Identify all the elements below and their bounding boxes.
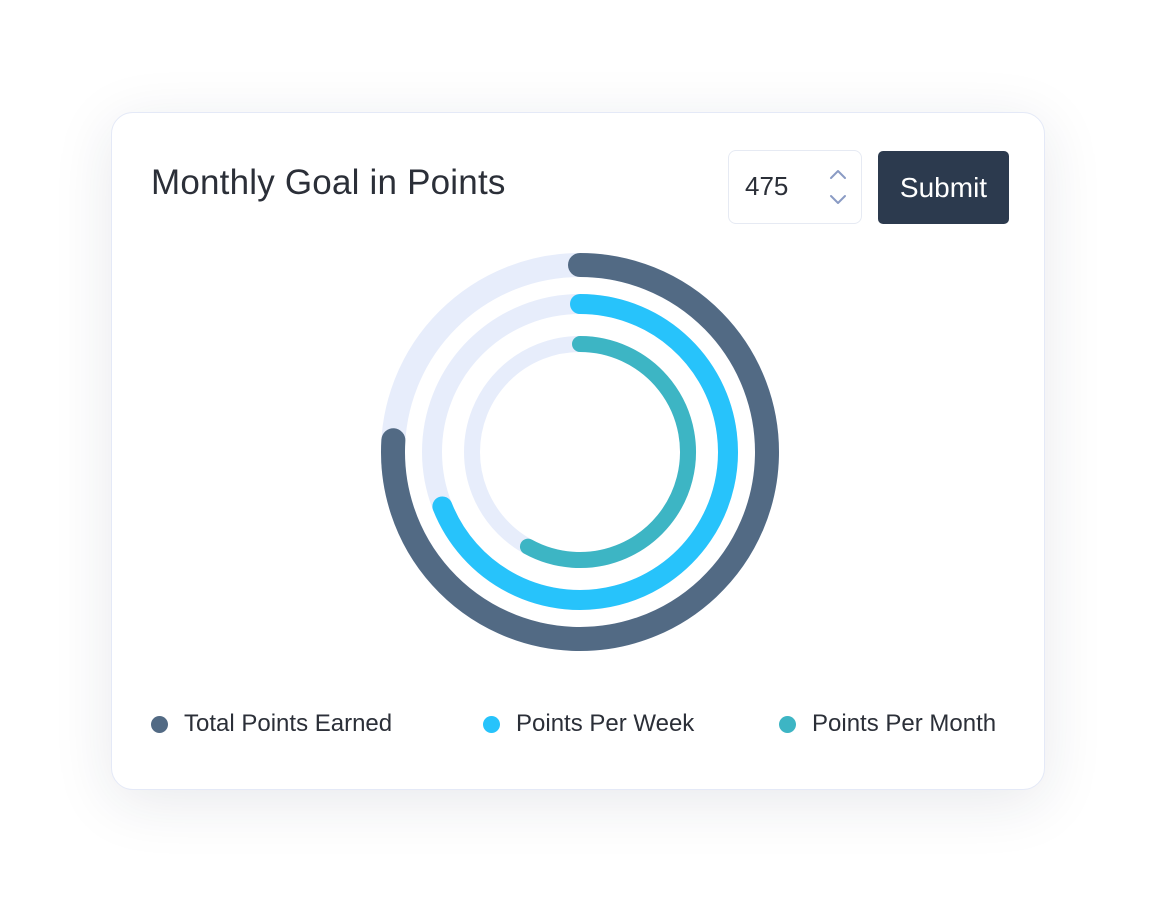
- bar-points-per-month: [519, 336, 696, 568]
- legend-dot: [151, 715, 168, 733]
- legend-item-points-per-month: Points Per Month: [779, 709, 996, 739]
- legend-label: Points Per Week: [516, 710, 695, 737]
- radial-bar-chart: [381, 253, 779, 651]
- legend-dot: [779, 715, 796, 733]
- legend-label: Total Points Earned: [184, 710, 393, 737]
- goal-card: Monthly Goal in Points 475 Submit Total …: [111, 112, 1045, 790]
- legend-item-total-points-earned: Total Points Earned: [151, 709, 392, 739]
- legend-item-points-per-week: Points Per Week: [483, 709, 694, 739]
- legend-label: Points Per Month: [812, 710, 997, 737]
- chart-legend: Total Points Earned Points Per Week Points…: [112, 709, 1044, 739]
- legend-dot: [483, 715, 500, 733]
